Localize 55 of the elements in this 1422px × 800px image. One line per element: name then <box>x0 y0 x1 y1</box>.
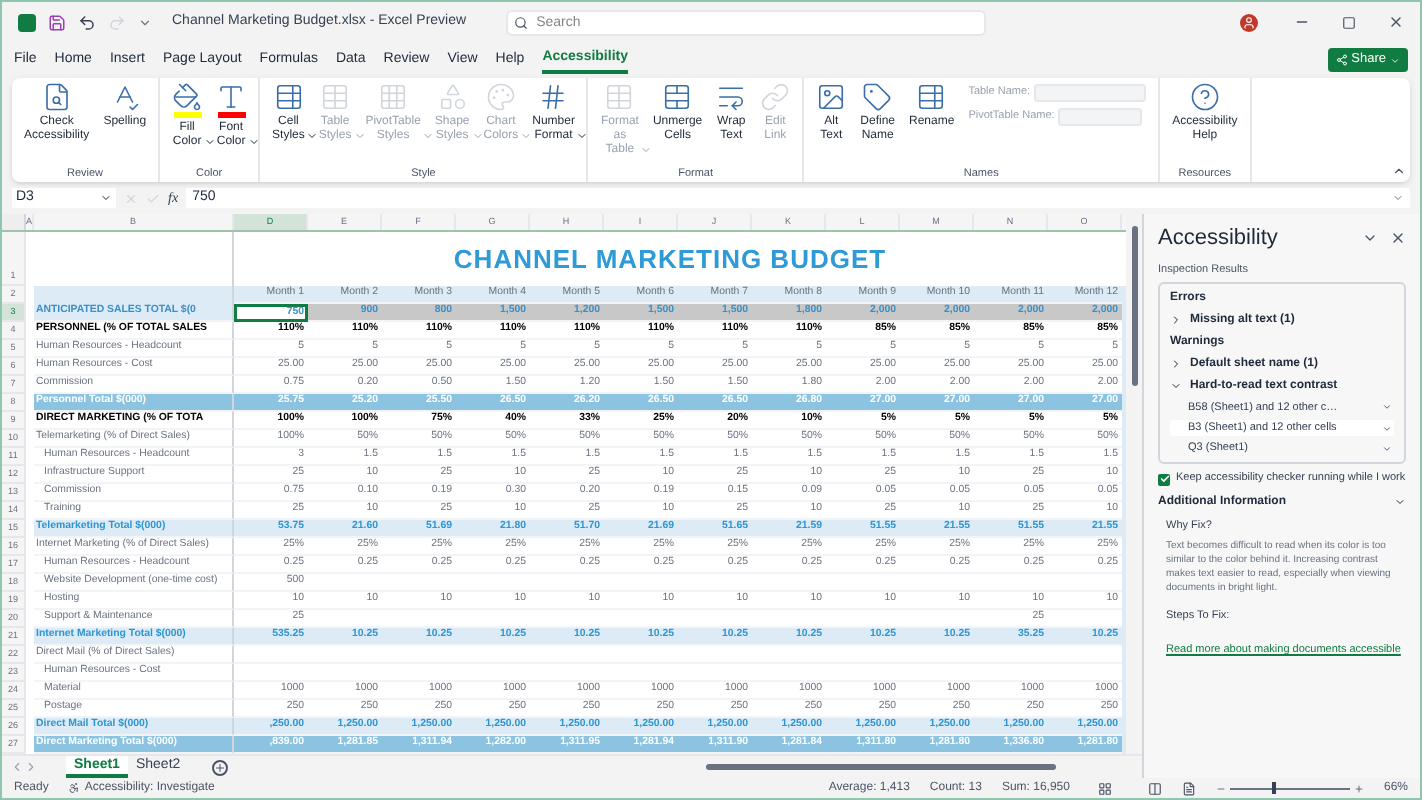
caret-icon <box>576 130 589 142</box>
checkbox[interactable] <box>1158 473 1170 485</box>
expand-icon <box>1392 192 1404 204</box>
letter-icon <box>216 82 247 112</box>
collapsed-chevron-icon <box>1170 314 1182 327</box>
customize-toolbar-icon[interactable] <box>138 15 152 29</box>
vertical-scrollbar[interactable] <box>1126 214 1142 754</box>
merge-cells-icon <box>662 82 693 112</box>
grid-icon <box>378 82 409 112</box>
expanded-chevron-icon <box>1394 496 1406 508</box>
document-search-icon <box>41 82 72 112</box>
undo-icon[interactable] <box>78 13 96 31</box>
search-icon <box>514 15 529 29</box>
help-icon <box>1189 82 1220 112</box>
pane-title: Accessibility <box>1158 224 1278 254</box>
image-icon <box>816 82 847 112</box>
avatar-icon[interactable] <box>1240 13 1258 31</box>
zoom-slider[interactable] <box>1229 782 1350 794</box>
tag-icon <box>862 82 893 112</box>
number-icon <box>538 82 569 112</box>
caret-icon <box>471 130 484 142</box>
caret-icon <box>203 136 216 148</box>
close-icon[interactable] <box>1390 230 1406 247</box>
table-icon <box>604 82 635 112</box>
page-view-icon[interactable] <box>1147 781 1162 795</box>
check-icon <box>1159 474 1169 484</box>
palette-icon <box>485 82 516 112</box>
collapsed-chevron-icon <box>1170 358 1182 371</box>
accessibility-icon[interactable] <box>68 782 81 794</box>
table-icon <box>320 82 351 112</box>
save-icon[interactable] <box>48 13 66 31</box>
expanded-chevron-icon <box>1170 380 1182 393</box>
link-icon <box>760 82 791 112</box>
sheet-title: CHANNEL MARKETING BUDGET <box>453 241 887 278</box>
page-break-view-icon[interactable] <box>1181 781 1196 795</box>
zoom-thumb[interactable] <box>1271 782 1276 794</box>
add-sheet-icon[interactable] <box>212 759 229 775</box>
caret-icon <box>1390 55 1400 65</box>
caret-icon <box>247 136 260 148</box>
collapse-ribbon-icon[interactable] <box>1392 164 1406 178</box>
shapes-icon <box>437 82 468 112</box>
close-icon[interactable] <box>1388 14 1404 30</box>
paint-bucket-icon <box>172 82 203 112</box>
caret-icon <box>640 144 653 156</box>
maximize-icon[interactable] <box>1342 15 1356 29</box>
app-logo-icon <box>18 13 36 31</box>
caret-icon <box>100 192 112 204</box>
share-icon <box>1335 54 1348 66</box>
caret-icon <box>422 130 435 142</box>
normal-view-icon[interactable] <box>1097 781 1112 795</box>
caret-icon <box>306 130 319 142</box>
zoom-in-icon[interactable] <box>1353 783 1364 793</box>
caret-icon <box>520 130 533 142</box>
caret-icon <box>353 130 366 142</box>
wrap-text-icon <box>716 82 747 112</box>
